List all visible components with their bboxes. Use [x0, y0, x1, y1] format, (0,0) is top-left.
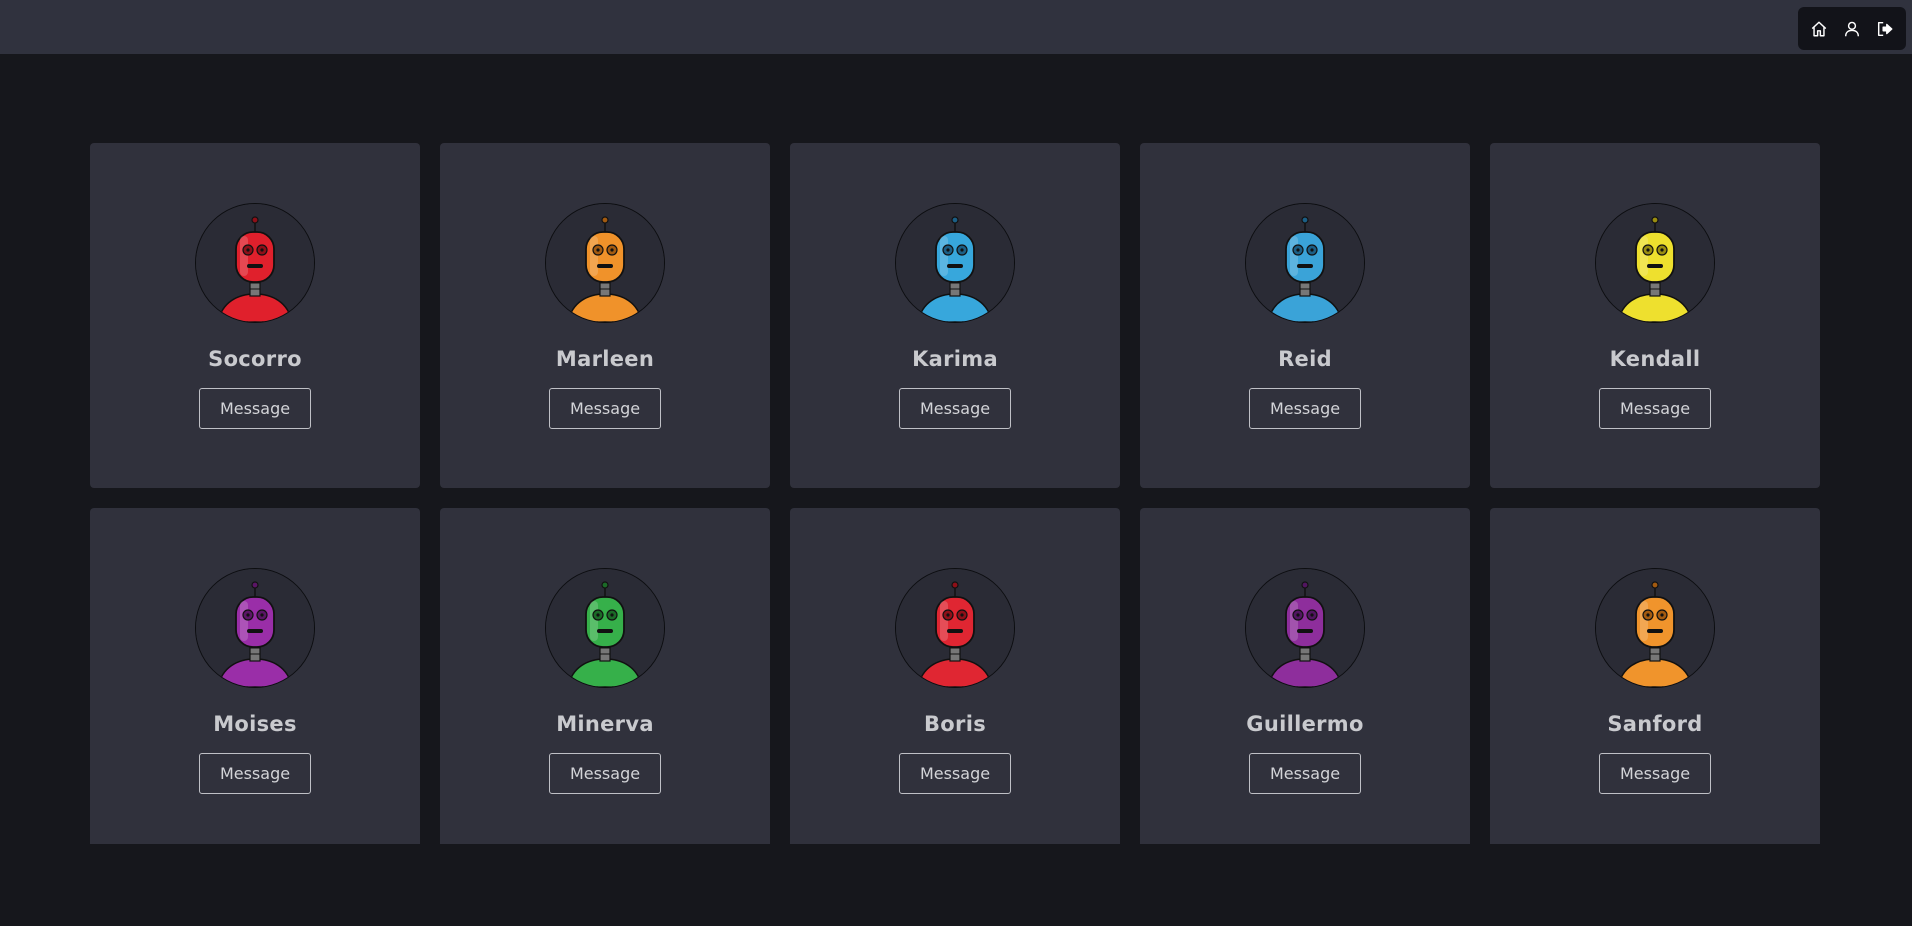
- home-icon: [1811, 21, 1826, 36]
- robot-card: Reid Message: [1140, 143, 1470, 488]
- robot-avatar: [195, 568, 315, 688]
- robot-avatar: [195, 203, 315, 323]
- robot-avatar: [1245, 203, 1365, 323]
- robot-card: Boris Message: [790, 508, 1120, 844]
- robot-card: Minerva Message: [440, 508, 770, 844]
- profile-button[interactable]: [1837, 14, 1867, 44]
- logout-icon: [1878, 21, 1893, 36]
- top-bar: [0, 0, 1912, 54]
- robot-name: Minerva: [556, 712, 654, 736]
- robot-card: Marleen Message: [440, 143, 770, 488]
- robot-card: Moises Message: [90, 508, 420, 844]
- robot-name: Moises: [213, 712, 297, 736]
- robot-name: Marleen: [555, 347, 655, 371]
- robot-avatar: [545, 568, 665, 688]
- robot-avatar: [545, 203, 665, 323]
- logout-button[interactable]: [1870, 14, 1900, 44]
- robot-name: Reid: [1278, 347, 1332, 371]
- message-button[interactable]: Message: [1249, 388, 1361, 429]
- message-button[interactable]: Message: [199, 388, 311, 429]
- robot-card-grid: Socorro Message Marleen Message Karima Mess…: [90, 143, 1820, 844]
- robot-card: Karima Message: [790, 143, 1120, 488]
- robot-avatar: [895, 203, 1015, 323]
- robot-avatar: [1595, 203, 1715, 323]
- robot-name: Socorro: [208, 347, 302, 371]
- robot-name: Karima: [912, 347, 998, 371]
- robot-name: Boris: [924, 712, 986, 736]
- message-button[interactable]: Message: [1249, 753, 1361, 794]
- robot-card: Sanford Message: [1490, 508, 1820, 844]
- robot-card: Kendall Message: [1490, 143, 1820, 488]
- message-button[interactable]: Message: [199, 753, 311, 794]
- robot-name: Kendall: [1609, 347, 1701, 371]
- user-icon: [1844, 21, 1860, 36]
- message-button[interactable]: Message: [899, 388, 1011, 429]
- message-button[interactable]: Message: [549, 753, 661, 794]
- robot-card: Socorro Message: [90, 143, 420, 488]
- message-button[interactable]: Message: [549, 388, 661, 429]
- nav-group: [1798, 7, 1906, 50]
- message-button[interactable]: Message: [899, 753, 1011, 794]
- message-button[interactable]: Message: [1599, 753, 1711, 794]
- robot-name: Sanford: [1607, 712, 1703, 736]
- robot-avatar: [1245, 568, 1365, 688]
- robot-name: Guillermo: [1246, 712, 1364, 736]
- robot-card: Guillermo Message: [1140, 508, 1470, 844]
- message-button[interactable]: Message: [1599, 388, 1711, 429]
- robot-avatar: [895, 568, 1015, 688]
- robot-avatar: [1595, 568, 1715, 688]
- home-button[interactable]: [1804, 14, 1834, 44]
